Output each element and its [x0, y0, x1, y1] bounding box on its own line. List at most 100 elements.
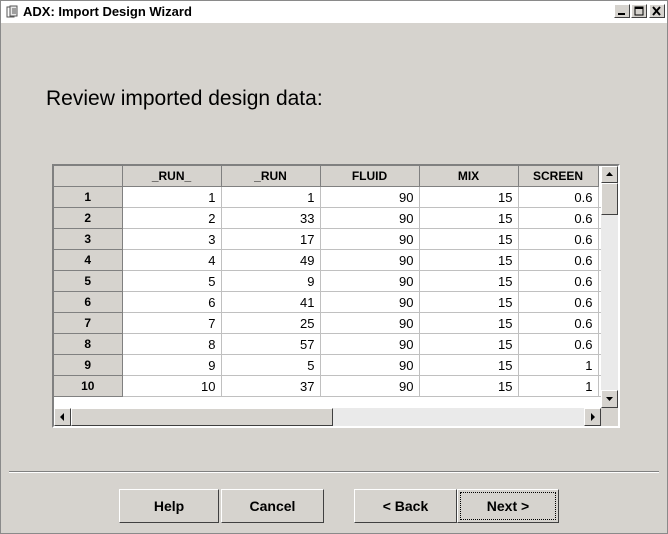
table-header-row: _RUN_ _RUN FLUID MIX SCREEN [54, 166, 604, 187]
table-cell[interactable]: 90 [320, 354, 420, 376]
design-data-grid[interactable]: _RUN_ _RUN FLUID MIX SCREEN 1 1 1 90 15 0.6 2 2… [52, 164, 620, 428]
table-cell[interactable]: 9 [221, 270, 321, 292]
row-header[interactable]: 9 [54, 354, 123, 376]
table-cell[interactable]: 25 [221, 312, 321, 334]
next-button[interactable]: Next > [457, 489, 559, 523]
horizontal-scroll-thumb[interactable] [71, 408, 333, 426]
row-header[interactable]: 10 [54, 375, 123, 397]
table-row[interactable]: 2 2 33 90 15 0.6 [54, 207, 604, 229]
cancel-button[interactable]: Cancel [221, 489, 324, 523]
table-row[interactable]: 4 4 49 90 15 0.6 [54, 249, 604, 271]
table-cell[interactable]: 33 [221, 207, 321, 229]
table-cell[interactable]: 1 [518, 354, 599, 376]
table-cell[interactable]: 9 [122, 354, 222, 376]
table-cell[interactable]: 0.6 [518, 270, 599, 292]
horizontal-scrollbar[interactable] [54, 408, 601, 426]
help-button[interactable]: Help [119, 489, 219, 523]
table-cell[interactable]: 0.6 [518, 228, 599, 250]
table-cell[interactable]: 15 [419, 333, 519, 355]
table-cell[interactable]: 90 [320, 375, 420, 397]
table-cell[interactable]: 3 [122, 228, 222, 250]
table-cell[interactable]: 5 [221, 354, 321, 376]
column-header[interactable]: MIX [419, 166, 519, 187]
table-cell[interactable]: 8 [122, 333, 222, 355]
table-row[interactable]: 8 8 57 90 15 0.6 [54, 333, 604, 355]
table-cell[interactable]: 90 [320, 207, 420, 229]
row-header[interactable]: 2 [54, 207, 123, 229]
column-header[interactable]: SCREEN [518, 166, 599, 187]
page-heading: Review imported design data: [46, 87, 323, 110]
scroll-right-button[interactable] [584, 408, 601, 426]
table-cell[interactable]: 0.6 [518, 207, 599, 229]
arrow-down-icon [606, 397, 613, 401]
close-button[interactable] [649, 4, 665, 18]
table-cell[interactable]: 90 [320, 312, 420, 334]
row-header[interactable]: 8 [54, 333, 123, 355]
table-cell[interactable]: 90 [320, 291, 420, 313]
table-cell[interactable]: 90 [320, 333, 420, 355]
table-cell[interactable]: 15 [419, 270, 519, 292]
table-cell[interactable]: 15 [419, 228, 519, 250]
table-cell[interactable]: 1 [122, 186, 222, 208]
scrollbar-corner [601, 408, 618, 426]
title-bar[interactable]: ADX: Import Design Wizard [1, 1, 667, 23]
table-cell[interactable]: 4 [122, 249, 222, 271]
table-row[interactable]: 1 1 1 90 15 0.6 [54, 186, 604, 208]
maximize-icon [634, 6, 644, 16]
column-header[interactable]: _RUN [221, 166, 321, 187]
back-button[interactable]: < Back [354, 489, 457, 523]
table-cell[interactable]: 90 [320, 228, 420, 250]
vertical-scroll-thumb[interactable] [601, 183, 618, 215]
table-cell[interactable]: 0.6 [518, 312, 599, 334]
table-cell[interactable]: 5 [122, 270, 222, 292]
minimize-button[interactable] [614, 4, 630, 18]
table-cell[interactable]: 57 [221, 333, 321, 355]
corner-header[interactable] [54, 166, 123, 187]
table-cell[interactable]: 2 [122, 207, 222, 229]
table-cell[interactable]: 0.6 [518, 249, 599, 271]
scroll-down-button[interactable] [601, 390, 618, 408]
table-cell[interactable]: 15 [419, 291, 519, 313]
row-header[interactable]: 5 [54, 270, 123, 292]
vertical-scrollbar[interactable] [601, 166, 618, 408]
table-cell[interactable]: 0.6 [518, 291, 599, 313]
table-row[interactable]: 6 6 41 90 15 0.6 [54, 291, 604, 313]
maximize-button[interactable] [631, 4, 647, 18]
import-design-wizard-window: ADX: Import Design Wizard Review importe… [0, 0, 668, 534]
table-cell[interactable]: 41 [221, 291, 321, 313]
table-cell[interactable]: 90 [320, 186, 420, 208]
table-cell[interactable]: 37 [221, 375, 321, 397]
scroll-up-button[interactable] [601, 166, 618, 183]
table-cell[interactable]: 15 [419, 312, 519, 334]
table-cell[interactable]: 49 [221, 249, 321, 271]
table-cell[interactable]: 0.6 [518, 333, 599, 355]
table-cell[interactable]: 1 [518, 375, 599, 397]
table-cell[interactable]: 90 [320, 249, 420, 271]
table-row[interactable]: 7 7 25 90 15 0.6 [54, 312, 604, 334]
table-cell[interactable]: 0.6 [518, 186, 599, 208]
close-icon [652, 6, 661, 16]
row-header[interactable]: 7 [54, 312, 123, 334]
row-header[interactable]: 3 [54, 228, 123, 250]
table-cell[interactable]: 90 [320, 270, 420, 292]
table-cell[interactable]: 10 [122, 375, 222, 397]
row-header[interactable]: 1 [54, 186, 123, 208]
table-row[interactable]: 9 9 5 90 15 1 [54, 354, 604, 376]
table-cell[interactable]: 15 [419, 207, 519, 229]
table-cell[interactable]: 6 [122, 291, 222, 313]
column-header[interactable]: FLUID [320, 166, 420, 187]
table-row[interactable]: 10 10 37 90 15 1 [54, 375, 604, 397]
table-cell[interactable]: 1 [221, 186, 321, 208]
row-header[interactable]: 6 [54, 291, 123, 313]
column-header[interactable]: _RUN_ [122, 166, 222, 187]
scroll-left-button[interactable] [54, 408, 71, 426]
table-row[interactable]: 5 5 9 90 15 0.6 [54, 270, 604, 292]
table-cell[interactable]: 17 [221, 228, 321, 250]
table-cell[interactable]: 15 [419, 354, 519, 376]
table-cell[interactable]: 15 [419, 375, 519, 397]
table-cell[interactable]: 15 [419, 249, 519, 271]
table-row[interactable]: 3 3 17 90 15 0.6 [54, 228, 604, 250]
table-cell[interactable]: 7 [122, 312, 222, 334]
table-cell[interactable]: 15 [419, 186, 519, 208]
row-header[interactable]: 4 [54, 249, 123, 271]
